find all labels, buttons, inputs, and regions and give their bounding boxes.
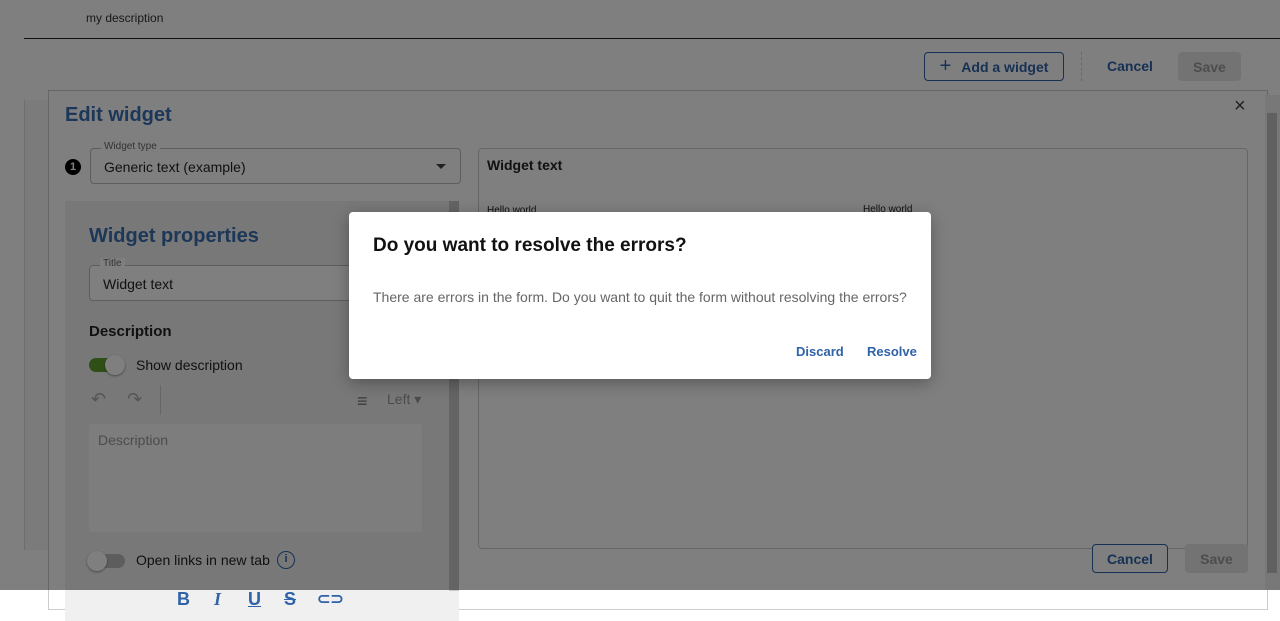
resolve-errors-dialog: Do you want to resolve the errors? There… xyxy=(349,212,931,379)
resolve-button[interactable]: Resolve xyxy=(867,344,917,359)
link-icon[interactable]: ⊂⊃ xyxy=(317,589,344,609)
strikethrough-icon[interactable]: S xyxy=(284,589,296,610)
underline-icon[interactable]: U xyxy=(248,589,261,610)
bold-icon[interactable]: B xyxy=(177,589,190,610)
italic-icon[interactable]: I xyxy=(214,589,221,610)
discard-button[interactable]: Discard xyxy=(796,344,844,359)
dialog-title: Do you want to resolve the errors? xyxy=(373,235,687,256)
dialog-message: There are errors in the form. Do you wan… xyxy=(373,289,907,305)
